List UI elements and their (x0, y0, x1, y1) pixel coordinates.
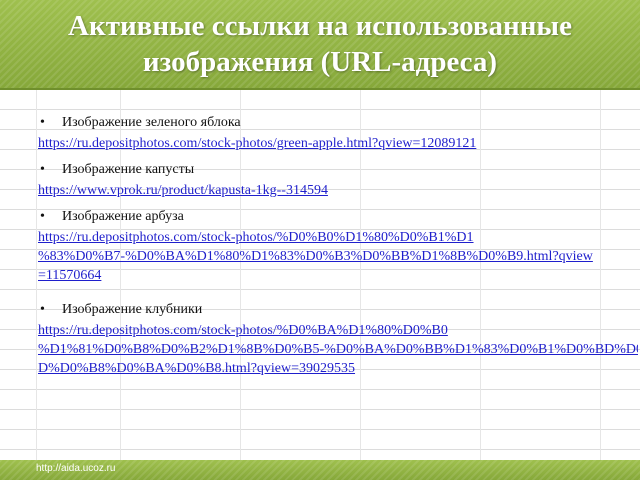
bullet-icon: • (40, 209, 45, 224)
footer-site-url: http://aida.ucoz.ru (36, 463, 116, 474)
list-item: • Изображение арбуза (0, 206, 640, 228)
bullet-icon: • (40, 302, 45, 317)
list-item: • Изображение капусты (0, 159, 640, 181)
list-item: • Изображение зеленого яблока (0, 112, 640, 134)
list-item: • Изображение клубники (0, 299, 640, 321)
link-strawberry[interactable]: https://ru.depositphotos.com/stock-photo… (38, 321, 638, 378)
title-banner: Активные ссылки на использованные изобра… (0, 0, 640, 90)
item-label-apple: Изображение зеленого яблока (62, 115, 241, 130)
bullet-icon: • (40, 115, 45, 130)
item-label-watermelon: Изображение арбуза (62, 209, 184, 224)
item-label-strawberry: Изображение клубники (62, 302, 203, 317)
link-list: • Изображение зеленого яблока https://ru… (0, 112, 640, 378)
link-cabbage[interactable]: https://www.vprok.ru/product/kapusta-1kg… (38, 181, 638, 200)
slide-title-line-1: Активные ссылки на использованные (68, 10, 572, 42)
item-label-cabbage: Изображение капусты (62, 162, 195, 177)
slide-title-line-2: изображения (URL-адреса) (142, 46, 498, 78)
link-watermelon[interactable]: https://ru.depositphotos.com/stock-photo… (38, 228, 638, 285)
slide-title: Активные ссылки на использованные изобра… (0, 8, 640, 80)
link-apple[interactable]: https://ru.depositphotos.com/stock-photo… (38, 134, 638, 153)
footer-bar: http://aida.ucoz.ru (0, 460, 640, 480)
bullet-icon: • (40, 162, 45, 177)
